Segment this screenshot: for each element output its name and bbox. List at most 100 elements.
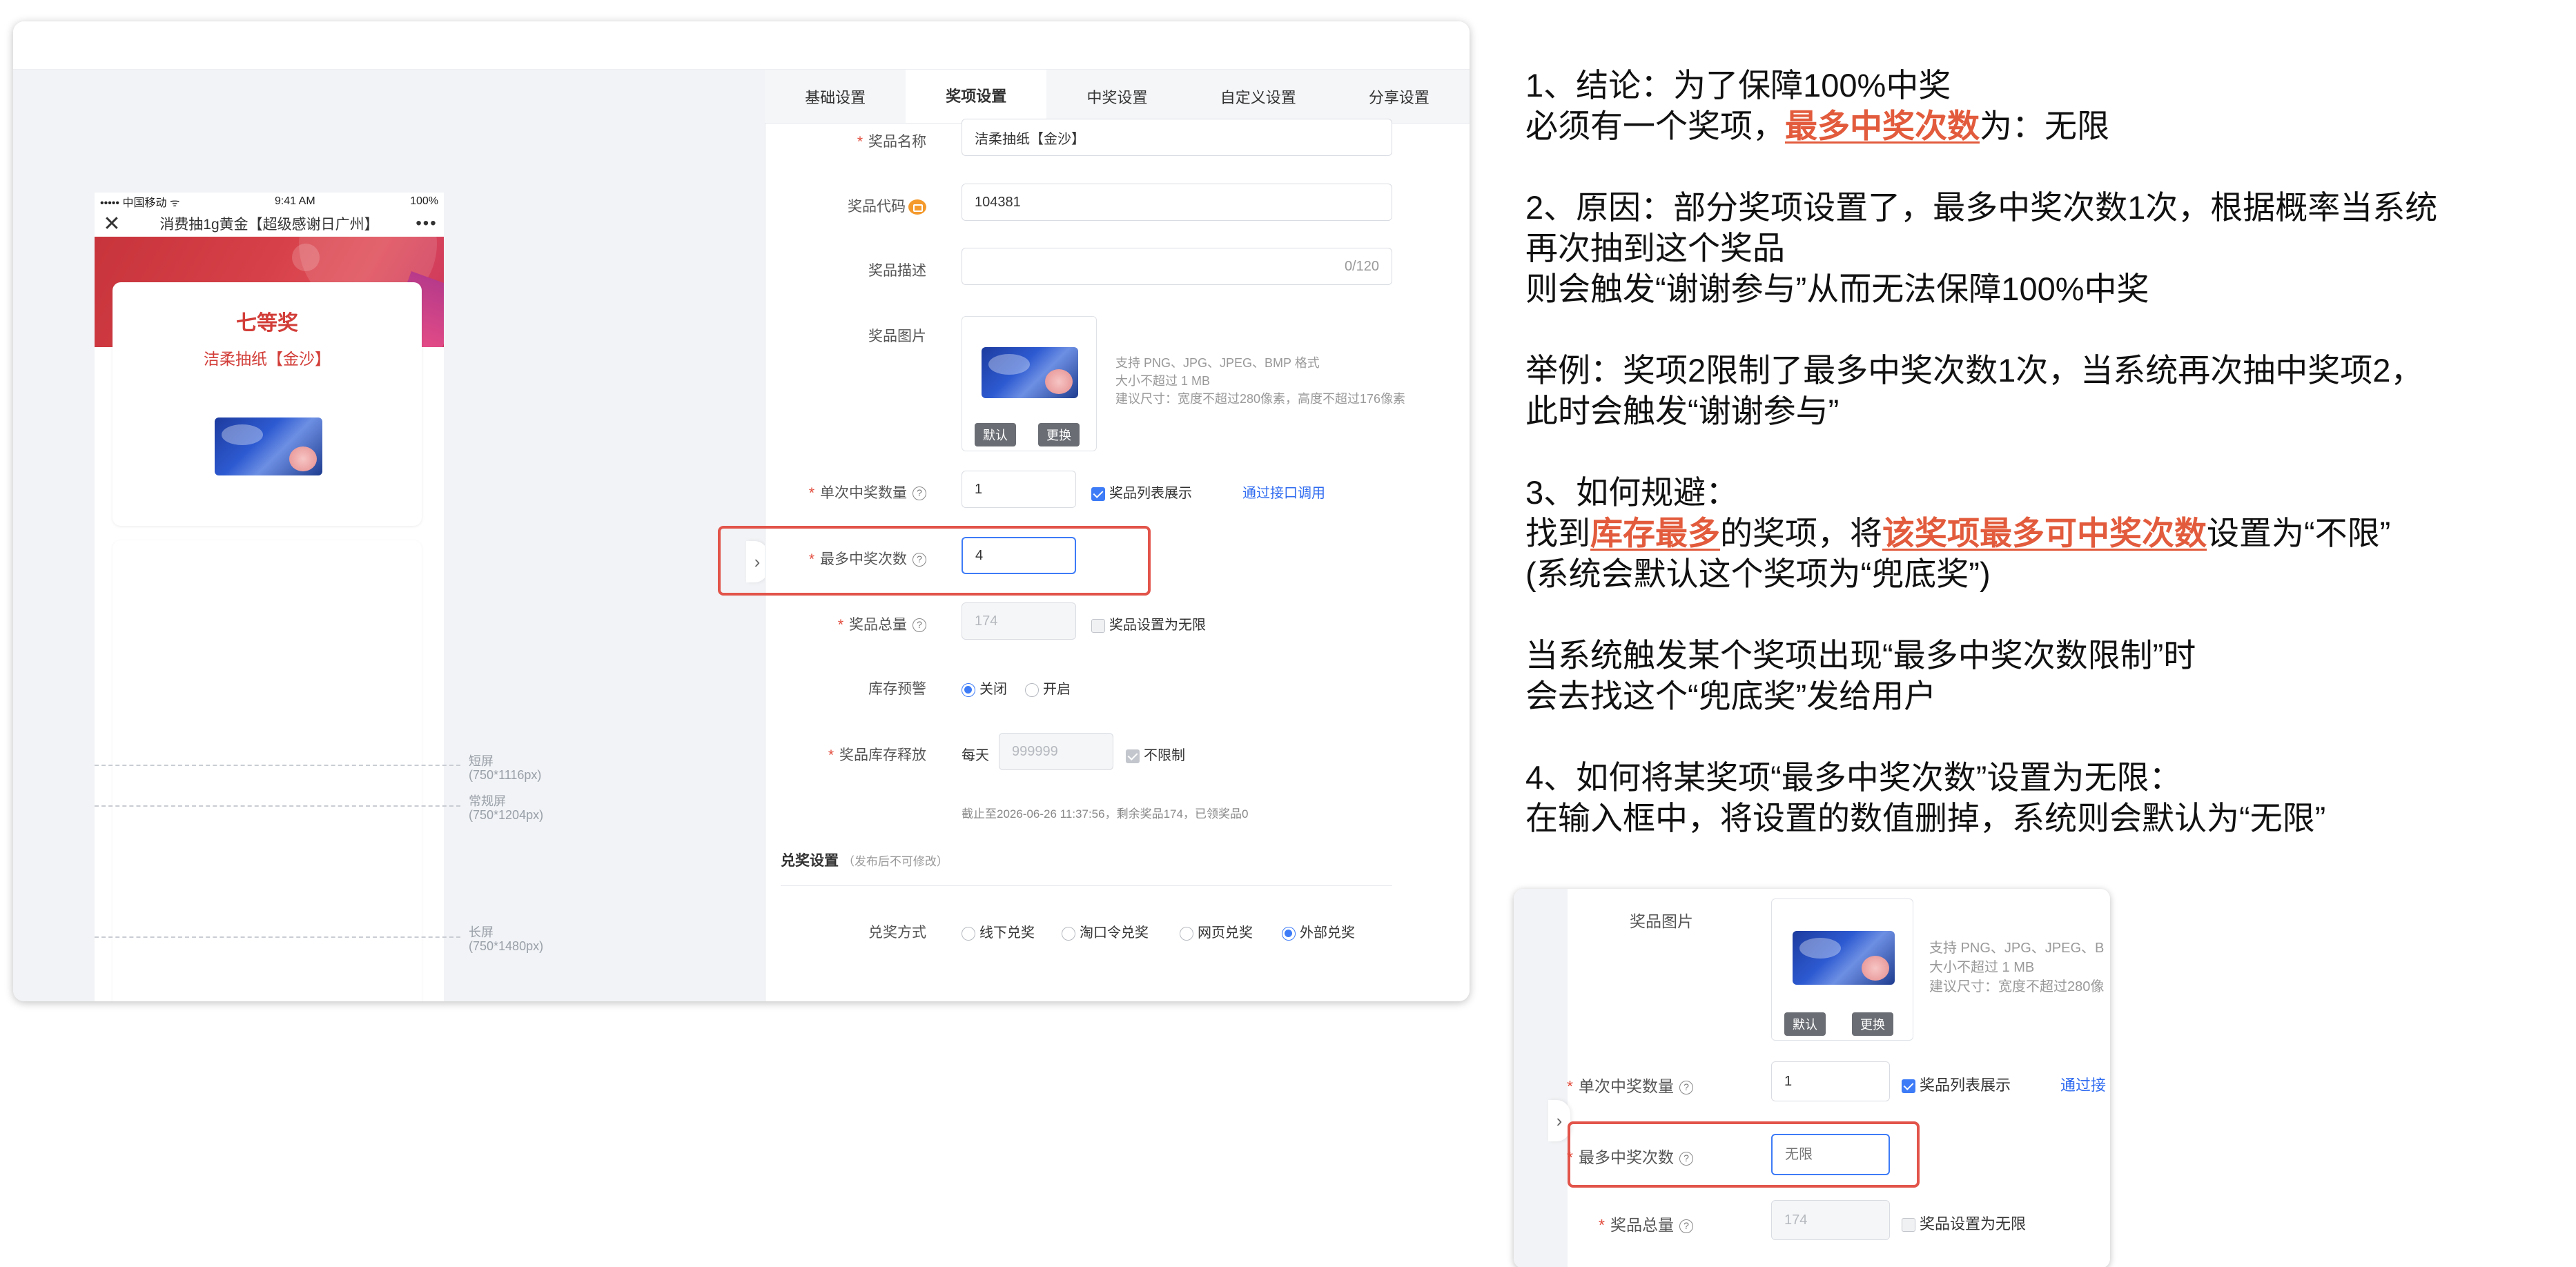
checkbox-checked-icon <box>1091 487 1105 501</box>
coupon-icon <box>908 199 926 215</box>
release-input: 999999 <box>999 733 1113 770</box>
highlight-text: 最多中奖次数 <box>1785 108 1980 144</box>
admin-screenshot: ••••• 中国移动 ᯤ 9:41 AM 100% ✕ 消费抽1g黄金【超级感谢… <box>13 21 1470 1001</box>
redeem-offline-radio[interactable]: 线下兑奖 <box>962 921 1035 941</box>
api-call-link[interactable]: 通过接口调用 <box>1242 482 1325 502</box>
guide-label-short: 短屏 (750*1116px) <box>469 754 542 782</box>
help-icon[interactable]: ? <box>1679 1080 1693 1094</box>
tab-prizes[interactable]: 奖项设置 <box>906 70 1047 123</box>
close-icon[interactable]: ✕ <box>95 212 129 236</box>
prize-image-label: 奖品图片 <box>868 328 926 344</box>
prize-name-label: * 奖品名称 <box>857 134 926 150</box>
note-line: 则会触发“谢谢参与”从而无法保障100%中奖 <box>1525 271 2149 307</box>
note-line: (系统会默认这个奖项为“兜底奖”) <box>1525 556 1991 592</box>
preview-pane: ••••• 中国移动 ᯤ 9:41 AM 100% ✕ 消费抽1g黄金【超级感谢… <box>13 70 768 1001</box>
divider <box>781 885 1392 886</box>
alert-off-radio[interactable]: 关闭 <box>962 678 1007 698</box>
inset-total-label: * 奖品总量? <box>1514 1212 1693 1235</box>
guide-line-long <box>95 936 460 938</box>
prize-card: 七等奖 洁柔抽纸【金沙】 <box>113 282 422 526</box>
single-count-input[interactable]: 1 <box>962 471 1076 508</box>
prize-desc-input[interactable]: 0/120 <box>962 248 1392 285</box>
release-unlimited-checkbox[interactable]: 不限制 <box>1126 744 1185 764</box>
prize-image <box>215 418 322 475</box>
note-line: 在输入框中，将设置的数值删掉，系统则会默认为“无限” <box>1525 800 2326 836</box>
prize-name: 洁柔抽纸【金沙】 <box>204 350 331 368</box>
inset-single-count-label: * 单次中奖数量? <box>1514 1073 1693 1097</box>
guide-label-long: 长屏 (750*1480px) <box>469 925 544 953</box>
help-icon[interactable]: ? <box>913 553 926 567</box>
replace-image-button[interactable]: 更换 <box>1038 423 1080 446</box>
total-label: * 奖品总量? <box>719 613 926 634</box>
prize-thumbnail <box>1793 931 1895 985</box>
prize-image-uploader[interactable]: 默认 更换 <box>962 316 1097 451</box>
prize-code-input[interactable]: 104381 <box>962 184 1392 221</box>
checkbox-icon <box>1902 1218 1915 1232</box>
inset-max-count-label: * 最多中奖次数? <box>1514 1144 1693 1168</box>
inset-image-uploader[interactable]: 默认 更换 <box>1771 898 1913 1041</box>
radio-icon <box>1062 926 1075 941</box>
max-count-input[interactable]: 4 <box>962 537 1076 574</box>
radio-selected-icon <box>962 682 975 697</box>
phone-preview: ••••• 中国移动 ᯤ 9:41 AM 100% ✕ 消费抽1g黄金【超级感谢… <box>95 193 444 1001</box>
default-image-button[interactable]: 默认 <box>975 423 1016 446</box>
prize-desc-label: 奖品描述 <box>868 263 926 279</box>
more-icon[interactable]: ••• <box>409 214 444 233</box>
prize-code-label: 奖品代码 <box>719 195 926 216</box>
inset-screenshot: › 奖品图片 默认 更换 支持 PNG、JPG、JPEG、B 大小不超过 1 M… <box>1514 889 2110 1267</box>
tab-custom[interactable]: 自定义设置 <box>1188 70 1329 123</box>
phone-content-card <box>113 540 422 1001</box>
inset-total-input: 174 <box>1771 1200 1890 1240</box>
note-line: 1、结论：为了保障100%中奖 <box>1525 67 1951 104</box>
phone-page-title: 消费抽1g黄金【超级感谢日广州】 <box>159 217 379 233</box>
replace-image-button[interactable]: 更换 <box>1852 1012 1893 1036</box>
tab-winning[interactable]: 中奖设置 <box>1046 70 1187 123</box>
redeem-taokouling-radio[interactable]: 淘口令兑奖 <box>1062 921 1149 941</box>
note-line: 2、原因：部分奖项设置了，最多中奖次数1次，根据概率当系统 <box>1525 189 2438 226</box>
inset-single-count-input[interactable]: 1 <box>1771 1061 1890 1101</box>
phone-nav-bar: ✕ 消费抽1g黄金【超级感谢日广州】 ••• <box>95 210 444 237</box>
alert-on-radio[interactable]: 开启 <box>1025 678 1071 698</box>
note-line: 4、如何将某奖项“最多中奖次数”设置为无限： <box>1525 759 2182 796</box>
battery-text: 100% <box>410 195 438 207</box>
note-line: 3、如何规避： <box>1525 474 1739 511</box>
highlight-text: 该奖项最多可中奖次数 <box>1882 515 2207 551</box>
explanation-notes: 1、结论：为了保障100%中奖 必须有一个奖项，最多中奖次数为：无限 2、原因：… <box>1525 65 2561 838</box>
note-line: 必须有一个奖项，最多中奖次数为：无限 <box>1525 108 2109 144</box>
tab-basic[interactable]: 基础设置 <box>765 70 906 123</box>
help-icon[interactable]: ? <box>1679 1219 1693 1233</box>
inset-max-count-input[interactable] <box>1771 1134 1890 1175</box>
carrier-text: ••••• 中国移动 ᯤ <box>100 197 180 209</box>
show-in-list-checkbox[interactable]: 奖品列表展示 <box>1091 482 1192 502</box>
redeem-section-title: 兑奖设置 （发布后不可修改） <box>781 853 948 869</box>
note-line: 找到库存最多的奖项，将该奖项最多可中奖次数设置为“不限” <box>1525 515 2391 551</box>
help-icon[interactable]: ? <box>913 487 926 501</box>
radio-icon <box>962 926 975 941</box>
radio-icon <box>1180 926 1193 941</box>
inset-api-link[interactable]: 通过接 <box>2060 1073 2106 1095</box>
prize-name-input[interactable]: 洁柔抽纸【金沙】 <box>962 119 1392 156</box>
default-image-button[interactable]: 默认 <box>1784 1012 1826 1036</box>
radio-icon <box>1025 682 1039 697</box>
inset-show-in-list-checkbox[interactable]: 奖品列表展示 <box>1902 1073 2011 1095</box>
stock-note: 截止至2026-06-26 11:37:56，剩余奖品174，已领奖品0 <box>962 807 1249 821</box>
stock-release-label: * 奖品库存释放 <box>828 747 926 763</box>
single-count-label: * 单次中奖数量? <box>719 482 926 502</box>
checkbox-icon <box>1091 618 1105 633</box>
prize-thumbnail <box>982 347 1078 398</box>
note-line: 当系统触发某个奖项出现“最多中奖次数限制”时 <box>1525 637 2196 674</box>
radio-selected-icon <box>1282 926 1296 941</box>
help-icon[interactable]: ? <box>1679 1151 1693 1166</box>
image-hint: 支持 PNG、JPG、JPEG、BMP 格式 大小不超过 1 MB 建议尺寸：宽… <box>1115 356 1406 406</box>
redeem-web-radio[interactable]: 网页兑奖 <box>1180 921 1253 941</box>
stock-alert-label: 库存预警 <box>868 681 926 697</box>
top-bar <box>13 21 1470 70</box>
tab-share[interactable]: 分享设置 <box>1329 70 1470 123</box>
inset-total-unlimited-checkbox[interactable]: 奖品设置为无限 <box>1902 1212 2026 1234</box>
total-unlimited-checkbox[interactable]: 奖品设置为无限 <box>1091 613 1206 634</box>
help-icon[interactable]: ? <box>913 618 926 633</box>
redeem-external-radio[interactable]: 外部兑奖 <box>1282 921 1355 941</box>
prize-level: 七等奖 <box>236 312 298 335</box>
phone-status-bar: ••••• 中国移动 ᯤ 9:41 AM 100% <box>95 193 444 210</box>
clock-text: 9:41 AM <box>274 195 315 207</box>
